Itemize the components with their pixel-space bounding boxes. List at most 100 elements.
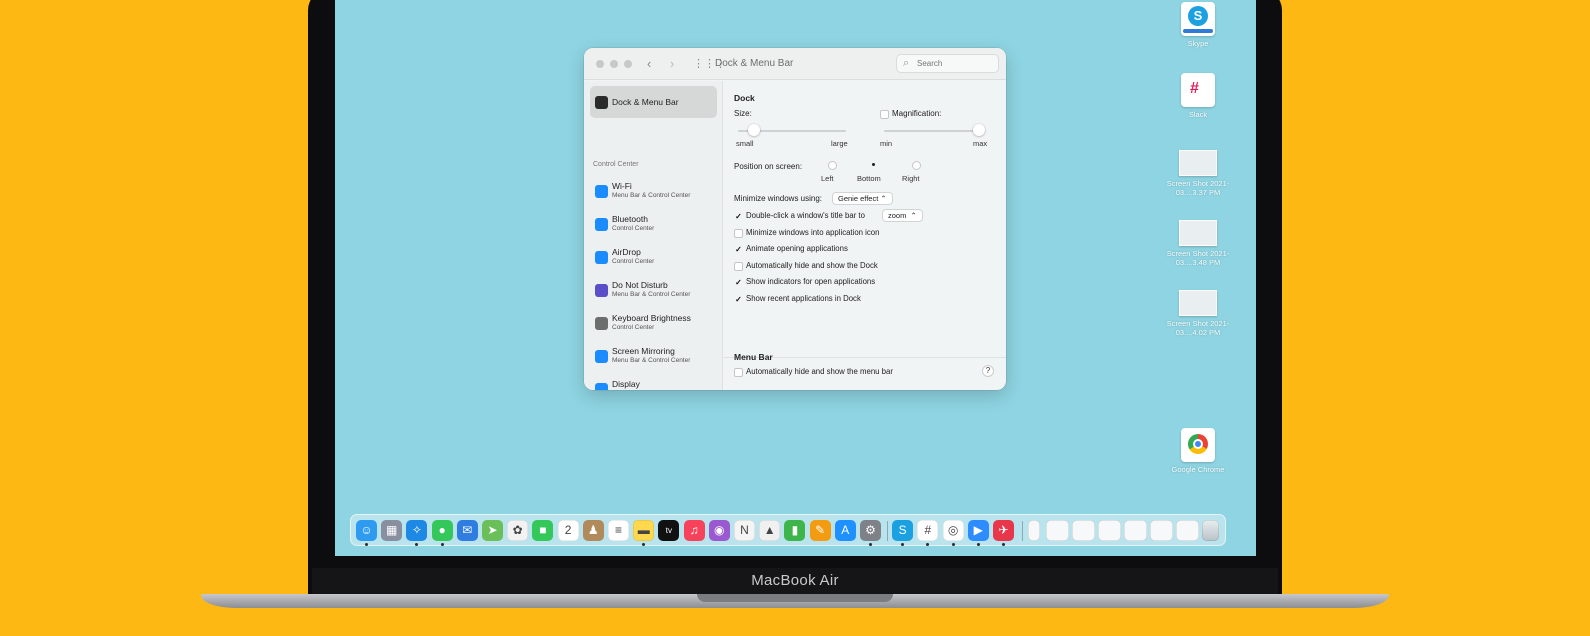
recent-document-icon[interactable] [1098,520,1122,541]
safari-icon[interactable]: ✧ [406,520,428,541]
magnification-slider-track[interactable] [884,130,984,132]
desktop-icon-google-chrome[interactable]: Google Chrome [1158,428,1238,474]
sidebar-item-label: Bluetooth [612,214,648,224]
checkbox-box[interactable] [734,261,743,271]
skype-icon: S [1181,2,1215,36]
checkbox-box[interactable]: ✓ [734,295,743,304]
dock-option-label: Automatically hide and show the Dock [746,260,878,270]
search-input[interactable] [917,59,995,68]
podcasts-icon[interactable]: ◉ [708,520,730,541]
minimize-effect-popup[interactable]: Genie effect ⌃ [832,192,893,205]
desktop-icon-screenshot[interactable]: Screen Shot 2021-03....3.37 PM [1158,150,1238,197]
forward-arrow-icon[interactable]: › [670,56,674,71]
moon-icon [595,284,608,297]
recent-document-icon[interactable] [1124,520,1148,541]
search-field[interactable]: ⌕ [896,54,999,73]
contacts-icon[interactable]: ♟ [582,520,604,541]
magnification-slider-knob[interactable] [973,124,985,136]
sidebar: Dock & Menu Bar Control Center Wi-Fi Menu… [584,81,723,390]
open-indicator [440,543,444,546]
checkbox-box[interactable]: ✓ [734,278,743,287]
finder-icon[interactable]: ☺ [356,520,377,541]
desktop-icon-label: Screen Shot 2021-03....3.37 PM [1166,179,1230,197]
size-min-label: small [736,139,754,148]
sidebar-item-screen-mirroring[interactable]: Screen Mirroring Menu Bar & Control Cente… [590,341,717,373]
sidebar-item-airdrop[interactable]: AirDrop Control Center [590,242,717,274]
dock-menu-bar-icon [595,96,608,109]
menubar-section-title: Menu Bar [734,352,773,362]
recent-document-icon[interactable] [1046,520,1070,541]
position-label-bottom: Bottom [857,174,881,183]
airdrop-icon [595,251,608,264]
screen-mirroring-icon [595,350,608,363]
close-button[interactable] [596,60,604,68]
back-arrow-icon[interactable]: ‹ [647,56,651,71]
sidebar-item-bluetooth[interactable]: Bluetooth Control Center [590,209,717,241]
sidebar-item-label: Screen Mirroring [612,346,675,356]
sidebar-item-do-not-disturb[interactable]: Do Not Disturb Menu Bar & Control Center [590,275,717,307]
desktop-icon-slack[interactable]: # Slack [1158,73,1238,119]
music-icon[interactable]: ♫ [683,520,705,541]
checkbox-box[interactable]: ✓ [734,212,743,221]
sidebar-item-keyboard-brightness[interactable]: Keyboard Brightness Control Center [590,308,717,340]
recent-document-icon[interactable] [1150,520,1174,541]
desktop-icon-screenshot[interactable]: Screen Shot 2021-03....3.48 PM [1158,220,1238,267]
size-slider-knob[interactable] [748,124,761,136]
photos-icon[interactable]: ✿ [507,520,529,541]
app-store-icon[interactable]: A [834,520,856,541]
dock-option-label: Show recent applications in Dock [746,293,861,303]
keynote-icon[interactable]: ▲ [759,520,781,541]
reminders-icon[interactable]: ≡ [608,520,629,541]
position-label-right: Right [902,174,920,183]
pages-icon[interactable]: ✎ [809,520,831,541]
sidebar-item-label: AirDrop [612,247,641,257]
zoom-button[interactable] [624,60,632,68]
calendar-icon[interactable]: 2 [557,520,579,541]
checkbox-box[interactable] [734,228,743,238]
desktop-icon-label: Screen Shot 2021-03....4.02 PM [1166,319,1230,337]
zoom-icon[interactable]: ▶ [967,520,989,541]
numbers-icon[interactable]: ▮ [784,520,806,541]
sidebar-item-sublabel: Menu Bar & Control Center [612,291,691,298]
recent-document-icon[interactable] [1072,520,1096,541]
recent-document-icon[interactable] [1176,520,1200,541]
magnification-checkbox-box[interactable] [880,110,889,119]
notes-icon[interactable]: ▬ [633,520,655,541]
doubleclick-action-value: zoom [888,211,907,220]
menubar-autohide-label: Automatically hide and show the menu bar [746,367,893,376]
facetime-icon[interactable]: ■ [532,520,554,541]
maps-icon[interactable]: ➤ [482,520,503,541]
sidebar-item-dock-menu-bar[interactable]: Dock & Menu Bar [590,86,717,118]
sidebar-item-sublabel: Control Center [612,324,655,331]
desktop-icon-skype[interactable]: S Skype [1158,2,1238,48]
mag-max-label: max [973,139,988,148]
window-titlebar: ‹ › ⋮⋮⋮ Dock & Menu Bar ⌕ [584,48,1006,80]
desktop-icon-screenshot[interactable]: Screen Shot 2021-03....4.02 PM [1158,290,1238,337]
minimize-button[interactable] [610,60,618,68]
sidebar-item-label: Display [612,379,640,389]
position-radio-left[interactable] [828,161,837,170]
apple-tv-icon[interactable]: tv [658,520,680,541]
sidebar-item-wi-fi[interactable]: Wi-Fi Menu Bar & Control Center [590,176,717,208]
trash-icon[interactable] [1202,520,1220,541]
launchpad-icon[interactable]: ▦ [381,520,403,541]
messages-icon[interactable]: ● [431,520,453,541]
position-radio-bottom[interactable] [870,161,879,170]
mail-icon[interactable]: ✉ [456,520,478,541]
system-preferences-icon[interactable]: ⚙ [860,520,881,541]
help-button[interactable]: ? [982,365,994,377]
desktop: ‹ › ⋮⋮⋮ Dock & Menu Bar ⌕ Dock & Menu Ba… [335,0,1256,556]
checkbox-box[interactable]: ✓ [734,245,743,254]
position-radio-right[interactable] [912,161,921,170]
chrome-icon[interactable]: ◎ [942,520,964,541]
news-icon[interactable]: N [734,520,755,541]
sidebar-item-display[interactable]: DisplayMenu Bar & Control Center [590,374,717,390]
airmail-icon[interactable]: ✈ [993,520,1014,541]
screenshot-thumbnail-icon [1179,150,1217,176]
skype-icon[interactable]: S [892,520,914,541]
menubar-autohide-checkbox-box[interactable] [734,368,743,377]
doubleclick-action-popup[interactable]: zoom ⌃ [882,209,923,222]
dock-option-label: Double-click a window's title bar to [746,211,865,220]
downloads-stack-icon[interactable] [1028,520,1041,541]
slack-icon[interactable]: # [917,520,939,541]
